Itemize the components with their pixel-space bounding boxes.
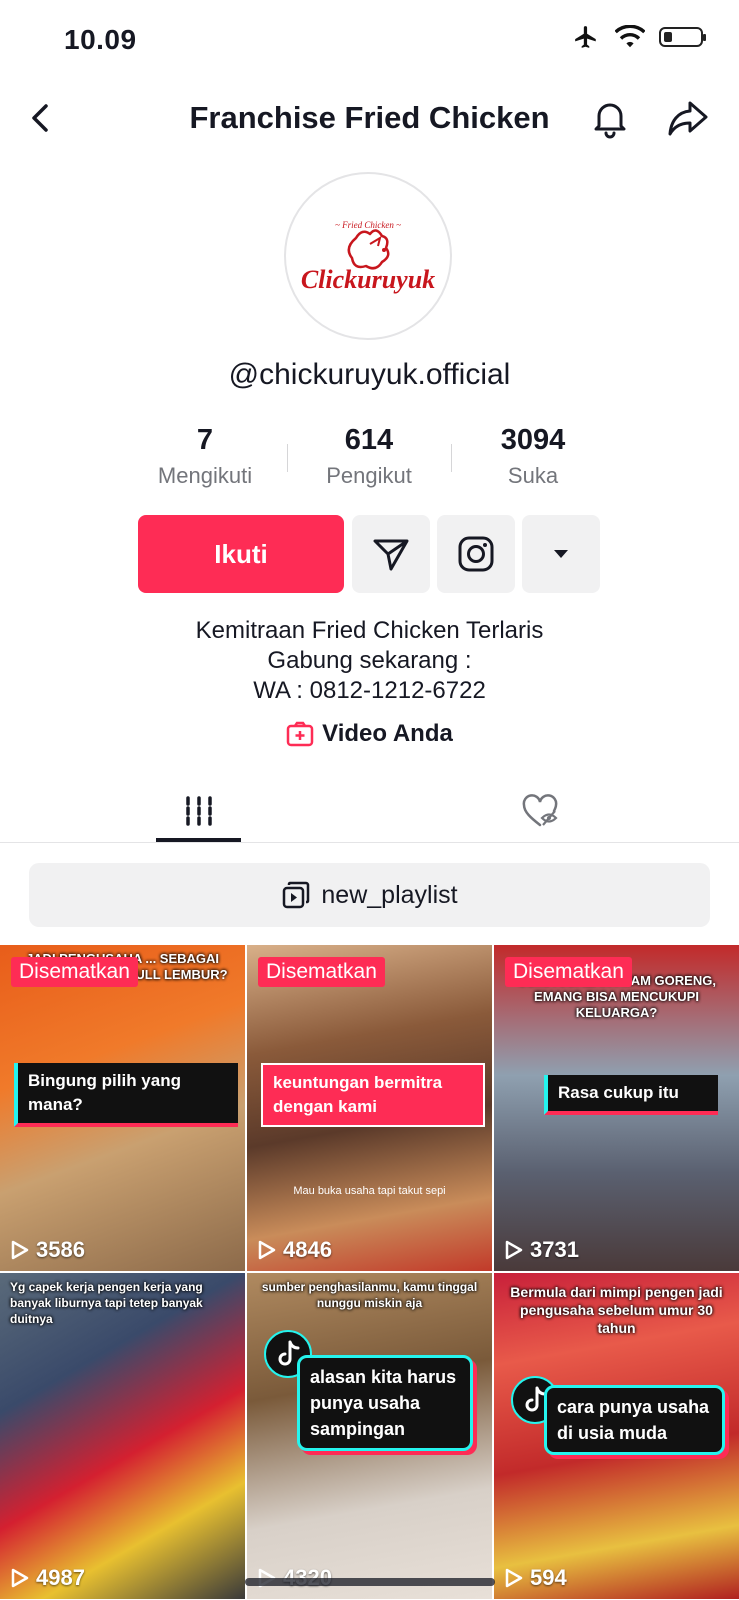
svg-text:Clickuruyuk: Clickuruyuk: [301, 265, 435, 294]
pinned-badge: Disematkan: [505, 957, 632, 987]
view-count-value: 4846: [283, 1237, 332, 1262]
video-caption: Bingung pilih yang mana?: [14, 1063, 238, 1127]
stat-divider: [451, 444, 452, 472]
play-icon: [11, 1240, 29, 1260]
view-count: 4987: [10, 1565, 85, 1591]
video-tile[interactable]: keuntungan bermitra dengan kami Mau buka…: [247, 945, 492, 1271]
stat-divider: [287, 444, 288, 472]
tab-videos[interactable]: [99, 780, 299, 842]
play-icon: [258, 1240, 276, 1260]
username: @chickuruyuk.official: [228, 358, 511, 391]
bio-line: Kemitraan Fried Chicken Terlaris: [195, 617, 544, 644]
bio-line: Gabung sekarang :: [267, 647, 472, 674]
view-count: 594: [504, 1565, 567, 1591]
view-count-value: 3586: [36, 1237, 85, 1262]
svg-text:~ Fried Chicken ~: ~ Fried Chicken ~: [335, 220, 401, 230]
more-options-button[interactable]: [522, 515, 600, 593]
video-tile[interactable]: Yg capek kerja pengen kerja yang banyak …: [0, 1273, 245, 1599]
tab-active-indicator: [156, 838, 241, 842]
stat-following[interactable]: 7 Mengikuti: [125, 424, 285, 489]
play-icon: [11, 1568, 29, 1588]
video-tile[interactable]: Bermula dari mimpi pengen jadi pengusaha…: [494, 1273, 739, 1599]
avatar[interactable]: ~ Fried Chicken ~ Clickuruyuk: [284, 172, 452, 340]
bio: Kemitraan Fried Chicken Terlaris Gabung …: [0, 616, 739, 706]
battery-icon: [659, 27, 706, 47]
video-tile[interactable]: JADI PENGUSAHA ... SEBAGAI KARYAWAN TAPI…: [0, 945, 245, 1271]
stat-likes-label: Suka: [507, 463, 559, 488]
video-caption: keuntungan bermitra dengan kami: [261, 1063, 485, 1127]
view-count: 3586: [10, 1237, 85, 1263]
grid-tab-icon: [186, 796, 212, 826]
send-icon: [373, 539, 409, 571]
instagram-button[interactable]: [437, 515, 515, 593]
liked-hidden-icon: [522, 794, 558, 827]
stat-followers-value: 614: [344, 424, 394, 456]
status-bar: 10.09: [0, 0, 739, 80]
video-overlay-text: Mau buka usaha tapi takut sepi: [293, 1185, 446, 1197]
dropdown-icon: [554, 550, 568, 558]
share-icon[interactable]: [666, 96, 710, 140]
instagram-icon: [458, 536, 494, 572]
video-caption: cara punya usaha di usia muda: [544, 1385, 725, 1455]
tab-liked[interactable]: [440, 780, 640, 842]
video-anda-label: Video Anda: [322, 720, 453, 747]
follow-button[interactable]: Ikuti: [138, 515, 344, 593]
view-count-value: 594: [530, 1565, 567, 1590]
video-anda-link[interactable]: Video Anda: [0, 720, 739, 748]
playlist-icon: [283, 881, 310, 909]
playlist-button[interactable]: new_playlist: [29, 863, 710, 927]
stat-followers-label: Pengikut: [326, 463, 412, 488]
view-count-value: 3731: [530, 1237, 579, 1262]
header: Franchise Fried Chicken: [0, 88, 739, 148]
bell-icon[interactable]: [588, 96, 632, 140]
status-time: 10.09: [64, 24, 137, 55]
play-icon: [505, 1568, 523, 1588]
status-icons: [571, 24, 706, 50]
video-caption: alasan kita harus punya usaha sampingan: [297, 1355, 473, 1451]
playlist-label: new_playlist: [321, 880, 458, 909]
video-caption: Rasa cukup itu: [544, 1075, 718, 1115]
airplane-icon: [575, 26, 596, 48]
play-icon: [505, 1240, 523, 1260]
chickuruyuk-logo: ~ Fried Chicken ~ Clickuruyuk: [301, 220, 435, 294]
pinned-badge: Disematkan: [11, 957, 138, 987]
content-tabs: [0, 780, 739, 843]
video-overlay-text: Bermula dari mimpi pengen jadi pengusaha…: [510, 1284, 723, 1336]
video-overlay-text: sumber penghasilanmu, kamu tinggal nungg…: [261, 1280, 478, 1310]
home-indicator[interactable]: [245, 1578, 495, 1586]
stat-likes[interactable]: 3094 Suka: [453, 424, 613, 489]
wifi-icon: [615, 25, 645, 48]
video-grid: JADI PENGUSAHA ... SEBAGAI KARYAWAN TAPI…: [0, 945, 739, 1600]
stat-followers[interactable]: 614 Pengikut: [289, 424, 449, 489]
stat-likes-value: 3094: [500, 424, 566, 456]
view-count-value: 4987: [36, 1565, 85, 1590]
message-button[interactable]: [352, 515, 430, 593]
video-tile[interactable]: CUMA JUALAN AYAM GORENG, EMANG BISA MENC…: [494, 945, 739, 1271]
video-overlay-text: Yg capek kerja pengen kerja yang banyak …: [10, 1280, 203, 1326]
view-count: 3731: [504, 1237, 579, 1263]
video-plus-icon: [286, 721, 314, 747]
stat-following-value: 7: [196, 424, 214, 456]
view-count: 4846: [257, 1237, 332, 1263]
pinned-badge: Disematkan: [258, 957, 385, 987]
bio-line: WA : 0812-1212-6722: [253, 677, 486, 704]
video-tile[interactable]: sumber penghasilanmu, kamu tinggal nungg…: [247, 1273, 492, 1599]
profile-stats: 7 Mengikuti 614 Pengikut 3094 Suka: [0, 424, 739, 494]
stat-following-label: Mengikuti: [157, 463, 253, 488]
